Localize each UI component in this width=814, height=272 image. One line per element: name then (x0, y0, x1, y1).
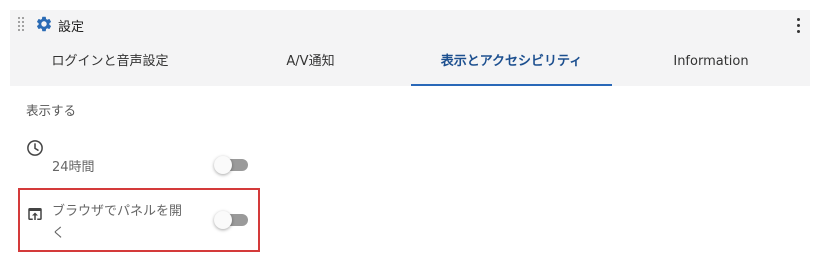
tab-content: 表示する 24時間 ブラウザでパネルを開 く (10, 86, 810, 272)
panel-header: 設定 (10, 10, 810, 38)
tab-bar: ログインと音声設定 A/V通知 表示とアクセシビリティ Information (10, 38, 810, 86)
panel-title: 設定 (58, 20, 85, 35)
settings-panel: 設定 ログインと音声設定 A/V通知 表示とアクセシビリティ Informati… (10, 10, 810, 272)
tab-login-audio[interactable]: ログインと音声設定 (10, 38, 210, 86)
gear-icon (36, 16, 52, 32)
clock-icon (27, 140, 43, 156)
clock-24h-toggle[interactable] (214, 155, 250, 175)
drag-handle-icon[interactable] (18, 17, 26, 31)
tab-display-accessibility[interactable]: 表示とアクセシビリティ (411, 38, 612, 86)
more-vertical-icon[interactable] (794, 16, 804, 34)
clock-24h-label: 24時間 (52, 160, 95, 175)
tab-information[interactable]: Information (612, 38, 810, 86)
tab-av-notifications[interactable]: A/V通知 (210, 38, 411, 86)
section-label: 表示する (26, 103, 77, 118)
toggle-thumb (214, 156, 232, 174)
highlight-box (18, 188, 260, 252)
